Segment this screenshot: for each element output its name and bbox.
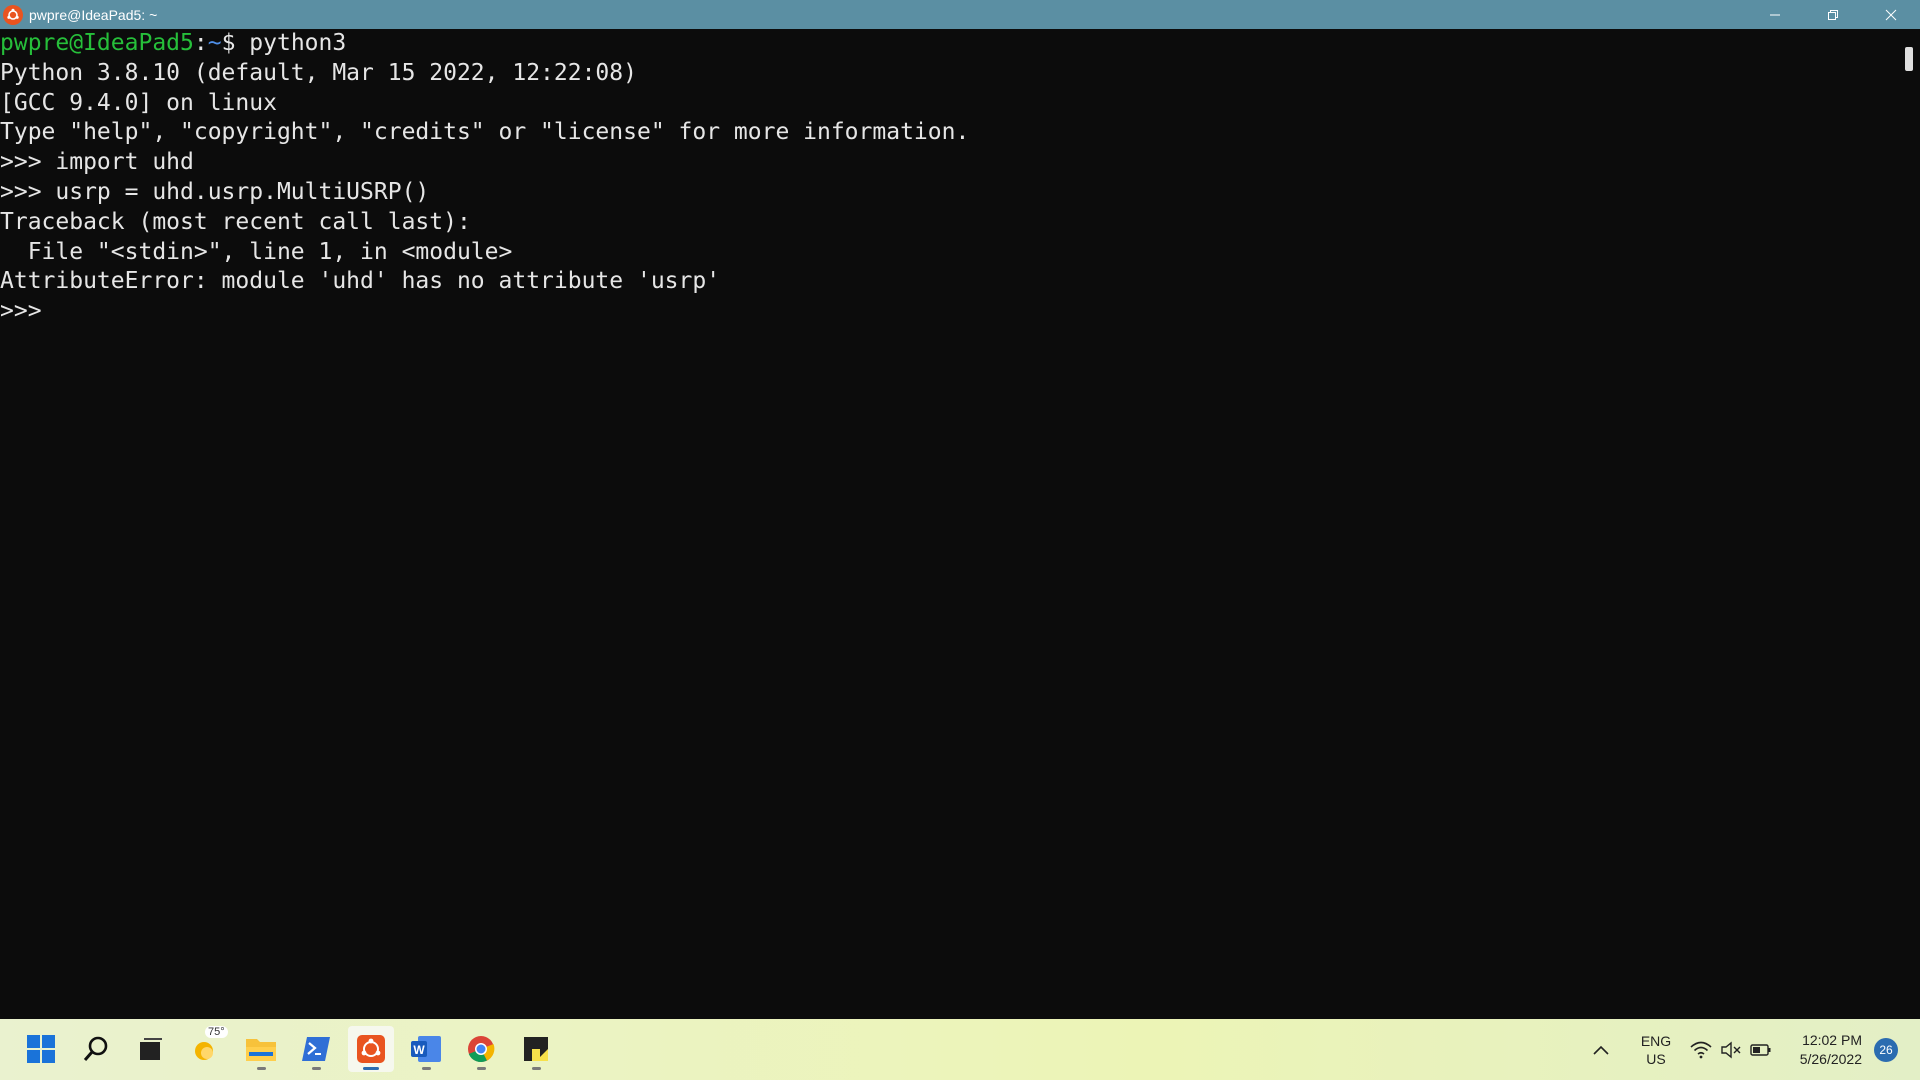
tray-overflow-button[interactable] (1592, 1019, 1610, 1080)
terminal-line: Traceback (most recent call last): (0, 208, 471, 235)
task-view-button[interactable] (128, 1026, 174, 1072)
clock-time: 12:02 PM (1802, 1031, 1862, 1048)
taskbar: 75° W ENG US 12:02 PM 5/26/2022 26 (0, 1019, 1920, 1080)
running-indicator (477, 1067, 486, 1070)
terminal-line: File "<stdin>", line 1, in <module> (0, 238, 513, 265)
search-icon (83, 1036, 108, 1061)
ubuntu-icon (357, 1035, 385, 1063)
folder-icon (246, 1039, 276, 1061)
volume-button[interactable] (1720, 1019, 1742, 1080)
minimize-icon (1770, 14, 1780, 15)
taskbar-word[interactable]: W (403, 1026, 449, 1072)
running-indicator (312, 1067, 321, 1070)
close-button[interactable] (1862, 0, 1920, 29)
window-title: pwpre@IdeaPad5: ~ (29, 6, 158, 23)
window-titlebar[interactable]: pwpre@IdeaPad5: ~ (0, 0, 1920, 29)
taskbar-chrome[interactable] (458, 1026, 504, 1072)
terminal-line-prompt: pwpre@IdeaPad5:~$ python3 (0, 30, 347, 56)
notification-count-badge: 26 (1874, 1037, 1898, 1062)
windows-start-icon (27, 1035, 55, 1063)
prompt-user: pwpre@IdeaPad5 (0, 30, 194, 56)
terminal-input-line[interactable]: >>> (0, 297, 1900, 327)
terminal-line: Python 3.8.10 (default, Mar 15 2022, 12:… (0, 59, 637, 86)
region-code: US (1646, 1050, 1666, 1067)
prompt-path: ~ (207, 30, 222, 56)
search-button[interactable] (73, 1026, 119, 1072)
battery-icon (1750, 1043, 1771, 1056)
minimize-button[interactable] (1746, 0, 1804, 29)
chevron-up-icon (1593, 1045, 1609, 1055)
terminal-output[interactable]: pwpre@IdeaPad5:~$ python3 Python 3.8.10 … (0, 29, 1900, 1019)
word-icon: W (411, 1036, 441, 1062)
language-code: ENG (1640, 1032, 1672, 1049)
volume-muted-icon (1721, 1041, 1741, 1058)
weather-temperature: 75° (205, 1026, 228, 1038)
task-view-icon (140, 1038, 162, 1060)
running-indicator (422, 1067, 431, 1070)
svg-text:W: W (413, 1043, 425, 1057)
terminal-line: >>> usrp = uhd.usrp.MultiUSRP() (0, 178, 430, 205)
taskbar-powershell[interactable] (293, 1026, 339, 1072)
clock[interactable]: 12:02 PM 5/26/2022 (1780, 1019, 1862, 1080)
close-icon (1885, 9, 1897, 20)
taskbar-file-explorer[interactable] (238, 1026, 284, 1072)
terminal-line: [GCC 9.4.0] on linux (0, 89, 277, 116)
weather-widget[interactable]: 75° (183, 1026, 229, 1072)
terminal-line: AttributeError: module 'uhd' has no attr… (0, 268, 721, 295)
taskbar-ubuntu[interactable] (348, 1026, 394, 1072)
powershell-icon (302, 1037, 330, 1061)
taskbar-sticky-notes[interactable] (513, 1026, 559, 1072)
window-controls (1746, 0, 1920, 29)
notification-center-button[interactable]: 26 (1874, 1019, 1898, 1080)
ubuntu-icon (3, 4, 23, 25)
running-indicator (532, 1067, 541, 1070)
start-button[interactable] (18, 1026, 64, 1072)
battery-button[interactable] (1750, 1019, 1772, 1080)
running-indicator (257, 1067, 266, 1070)
language-indicator[interactable]: ENG US (1638, 1019, 1674, 1080)
clock-date: 5/26/2022 (1799, 1050, 1862, 1067)
active-indicator (363, 1067, 379, 1070)
wifi-icon (1690, 1041, 1712, 1058)
sticky-notes-icon (524, 1037, 548, 1061)
terminal-line: Type "help", "copyright", "credits" or "… (0, 119, 970, 146)
restore-icon (1828, 9, 1838, 20)
restore-button[interactable] (1804, 0, 1862, 29)
terminal-scrollbar[interactable] (1900, 29, 1920, 1019)
weather-sun-icon (195, 1042, 213, 1060)
chrome-icon (468, 1036, 495, 1063)
terminal-line: >>> import uhd (0, 149, 194, 176)
wifi-button[interactable] (1690, 1019, 1712, 1080)
prompt-command: $ python3 (221, 30, 347, 56)
scrollbar-thumb[interactable] (1905, 47, 1913, 71)
